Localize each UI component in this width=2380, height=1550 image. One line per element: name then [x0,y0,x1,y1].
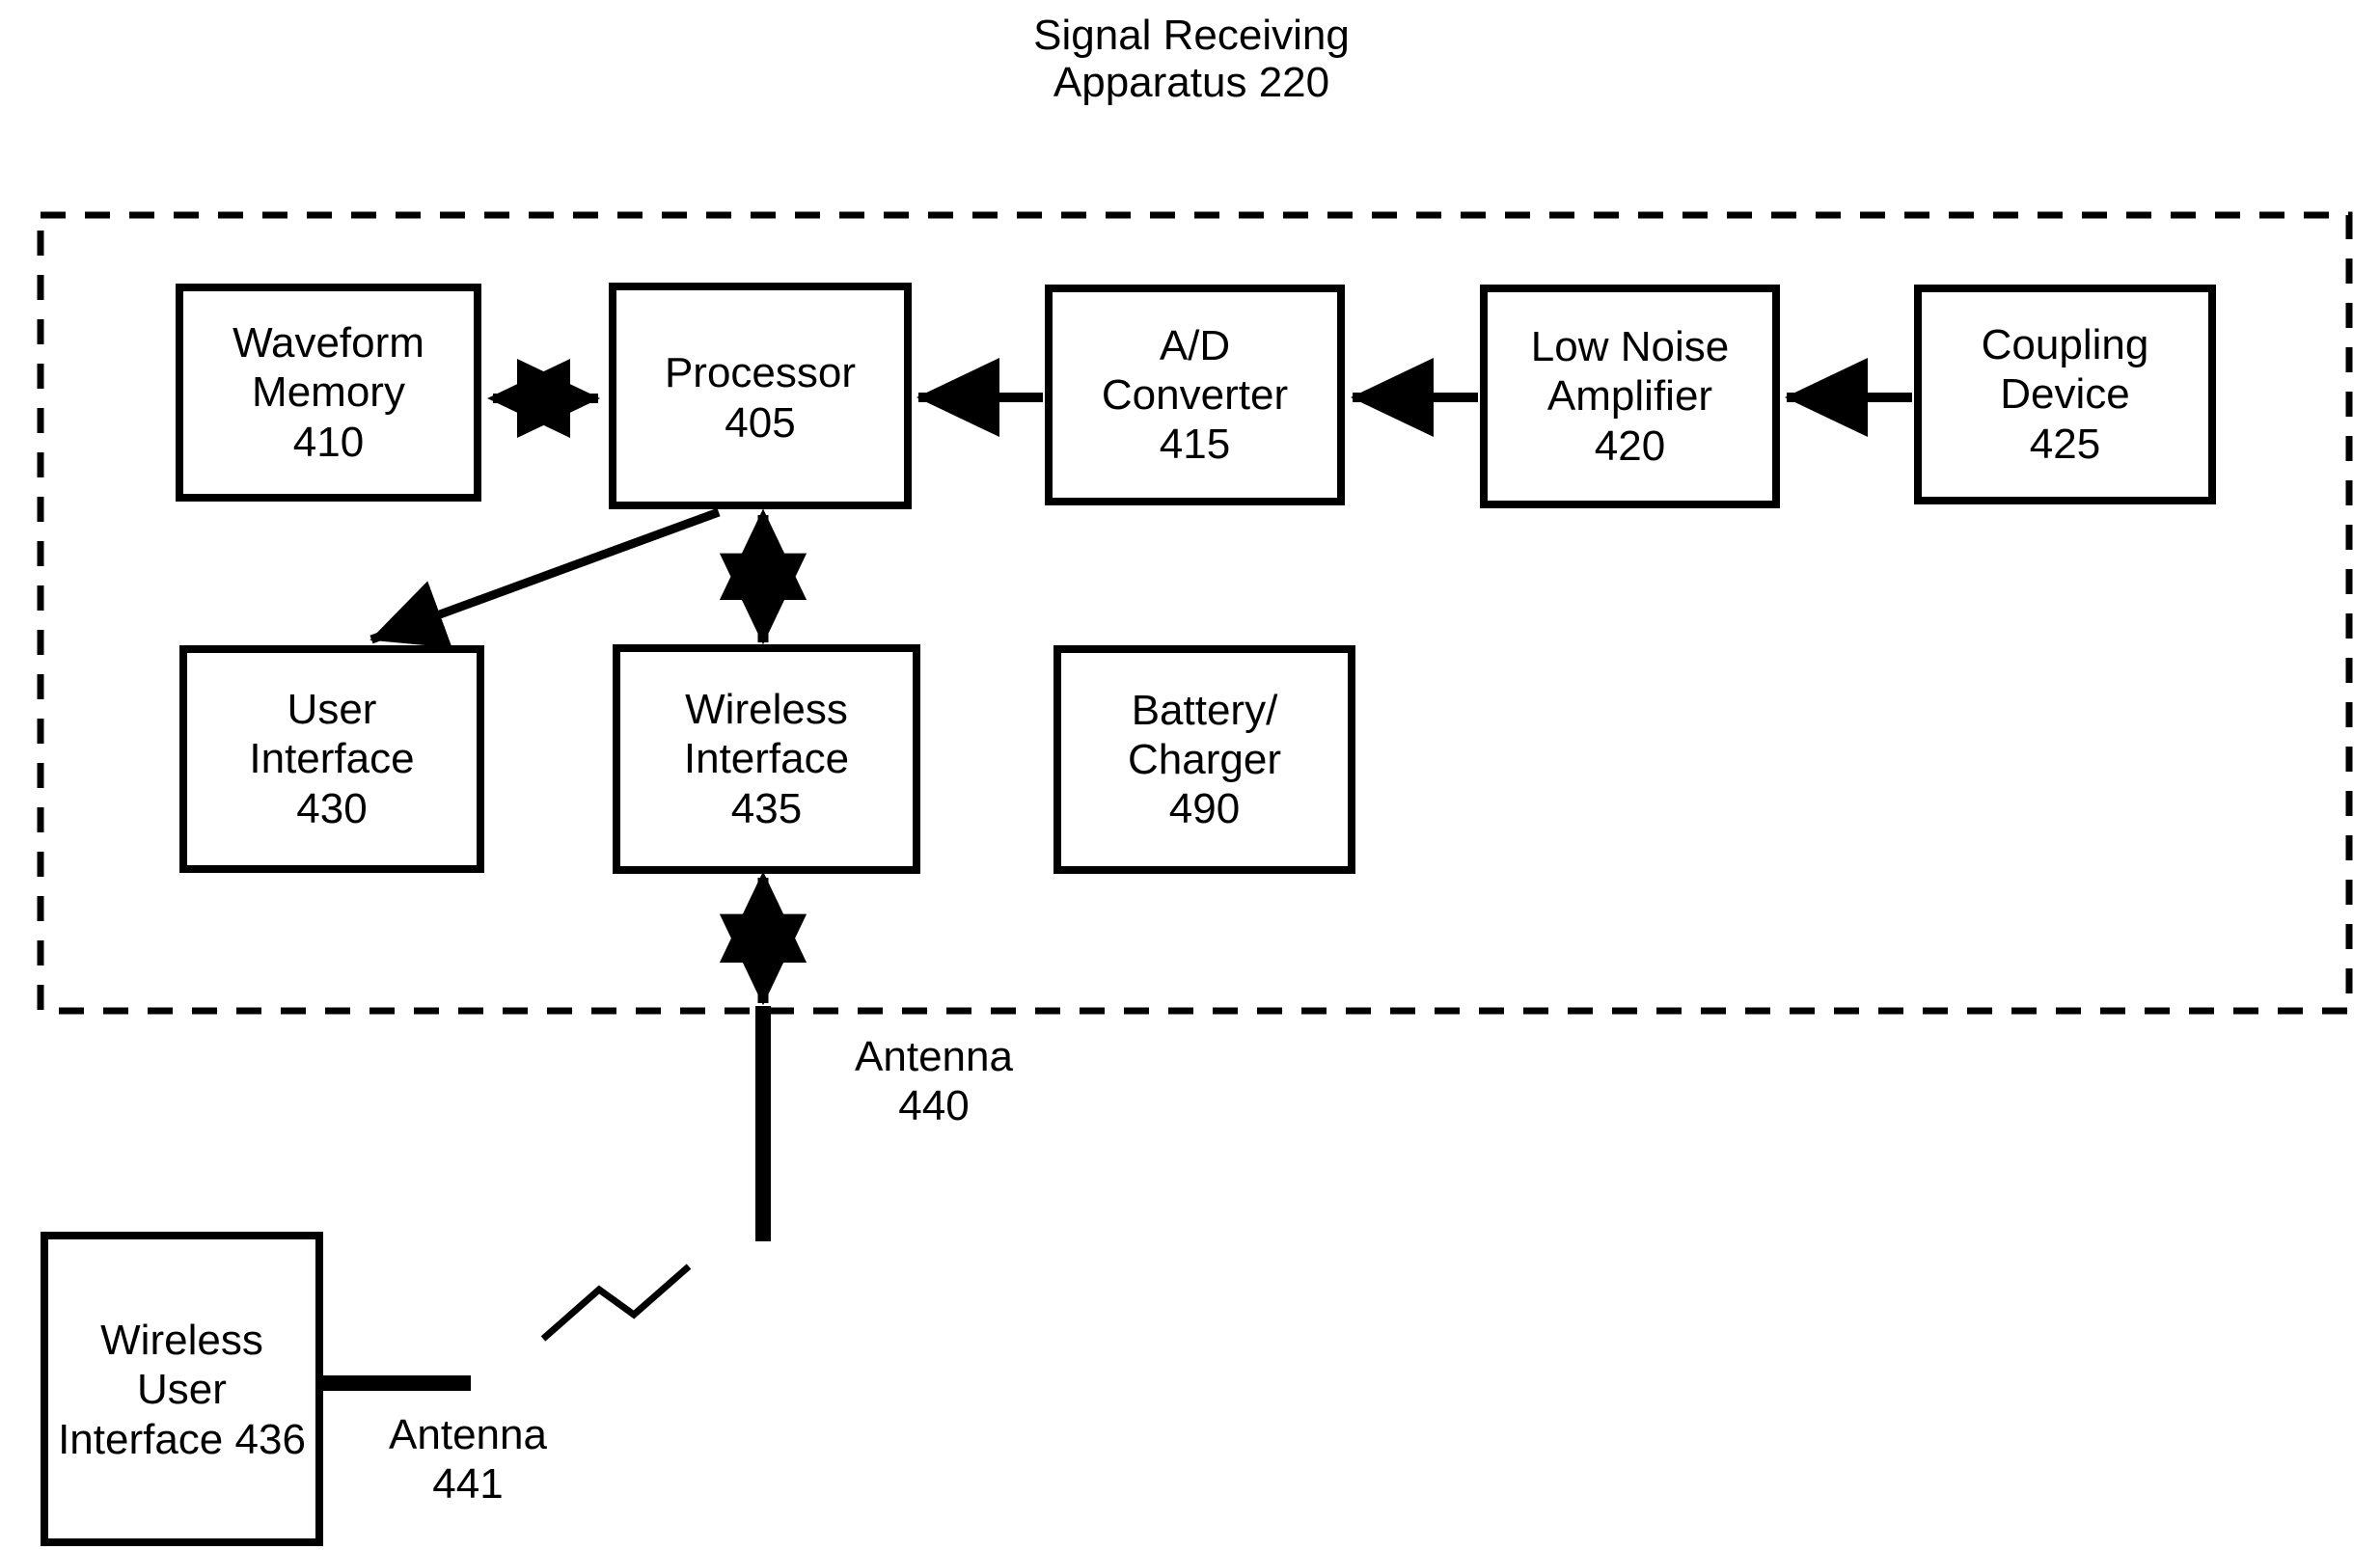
label-antenna-441: Antenna 441 [389,1411,547,1509]
block-label-wireless-interface: Wireless Interface 435 [683,686,850,832]
block-label-processor: Processor 405 [664,349,857,447]
block-label-battery-charger: Battery/ Charger 490 [1128,686,1281,833]
block-label-low-noise-amplifier: Low Noise Amplifier 420 [1530,323,1730,470]
block-label-ad-converter: A/D Converter 415 [1101,321,1289,469]
block-label-user-interface: User Interface 430 [249,686,415,832]
block-label-wireless-user-interface: Wireless User Interface 436 [58,1317,306,1463]
patent-figure-canvas: Signal Receiving Apparatus 220 Waveform … [0,0,2380,1550]
block-label-waveform-memory: Waveform Memory 410 [233,319,424,466]
rf-link-lightning-icon [540,1264,692,1342]
connector-processor-user-interface [369,507,721,648]
label-antenna-440: Antenna 440 [855,1033,1013,1130]
block-label-coupling-device: Coupling Device 425 [1981,321,2149,468]
